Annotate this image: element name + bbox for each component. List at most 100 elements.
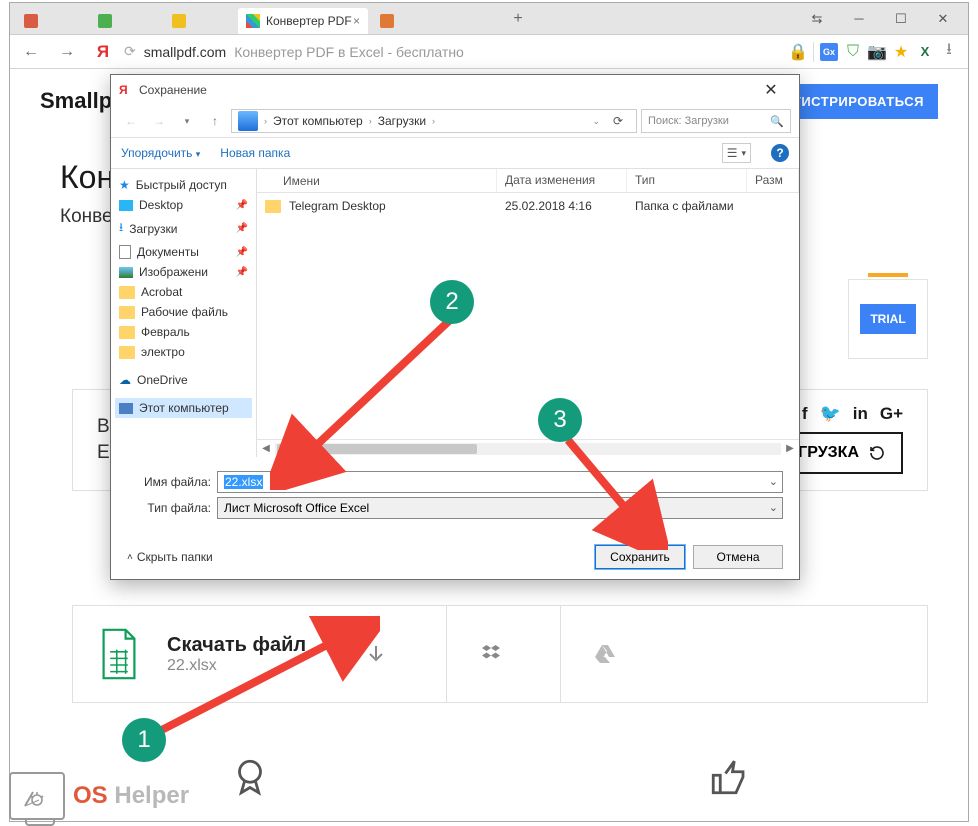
facebook-icon[interactable]: f <box>802 404 808 424</box>
filetype-value: Лист Microsoft Office Excel <box>224 501 369 515</box>
url-domain: smallpdf.com <box>144 44 226 60</box>
annotation-badge: 3 <box>538 398 582 442</box>
crumb-item[interactable]: Загрузки <box>378 114 426 128</box>
new-folder-button[interactable]: Новая папка <box>220 146 290 160</box>
register-button[interactable]: ГИСТРИРОВАТЬСЯ <box>779 84 938 119</box>
active-tab[interactable]: Конвертер PDF × <box>238 8 368 34</box>
shield-icon[interactable]: ⛉ <box>844 43 862 61</box>
chevron-right-icon: › <box>432 116 435 126</box>
trial-box: TRIAL <box>848 279 928 359</box>
download-icon: ⭳ <box>119 218 123 239</box>
annotation-arrow <box>270 310 470 490</box>
col-type[interactable]: Тип <box>627 169 747 192</box>
folder-icon <box>119 346 135 359</box>
nav-forward-button[interactable]: → <box>52 37 82 67</box>
col-date[interactable]: Дата изменения <box>497 169 627 192</box>
organize-menu[interactable]: Упорядочить ▾ <box>121 146 200 160</box>
annotation-badge: 1 <box>122 718 166 762</box>
linkedin-icon[interactable]: in <box>853 404 868 424</box>
crumb-item[interactable]: Этот компьютер <box>273 114 363 128</box>
chevron-down-icon[interactable]: ⌄ <box>769 501 778 514</box>
col-name[interactable]: Имени <box>257 169 497 192</box>
tree-folder[interactable]: Acrobat <box>115 282 252 302</box>
row-date: 25.02.2018 4:16 <box>497 197 627 215</box>
window-sync-icon[interactable]: ⇆ <box>796 5 838 33</box>
cancel-button[interactable]: Отмена <box>693 545 783 569</box>
list-row[interactable]: Telegram Desktop 25.02.2018 4:16 Папка с… <box>257 193 799 219</box>
chevron-down-icon[interactable]: ⌄ <box>769 475 778 488</box>
view-mode-button[interactable]: ☰ ▾ <box>722 143 751 163</box>
dialog-title: Сохранение <box>139 83 207 97</box>
tree-desktop[interactable]: Desktop📌 <box>115 195 252 215</box>
url-title: Конвертер PDF в Excel - бесплатно <box>234 44 464 60</box>
filetype-select[interactable]: Лист Microsoft Office Excel ⌄ <box>217 497 783 519</box>
chevron-right-icon: › <box>369 116 372 126</box>
camera-icon[interactable]: 📷 <box>868 43 886 61</box>
badge-icon[interactable] <box>229 756 271 798</box>
row-type: Папка с файлами <box>627 197 747 215</box>
dialog-close-button[interactable]: ✕ <box>751 80 791 100</box>
favorite-icon[interactable]: ★ <box>892 43 910 61</box>
folder-icon <box>265 200 281 213</box>
watermark: OS Helper <box>9 772 189 820</box>
window-close-button[interactable]: ✕ <box>922 5 964 33</box>
download-icon[interactable]: ⭳ <box>940 43 958 61</box>
favicon <box>380 14 394 28</box>
googledrive-action[interactable] <box>560 606 648 702</box>
thumbsup-icon[interactable] <box>708 756 750 798</box>
nav-back-button[interactable]: ← <box>119 109 143 133</box>
dropbox-action[interactable] <box>446 606 534 702</box>
social-icons: f 🐦 in G+ <box>802 404 903 424</box>
breadcrumb[interactable]: › Этот компьютер › Загрузки › ⌄ ⟳ <box>231 109 637 133</box>
reload-icon[interactable]: ⟳ <box>124 43 136 60</box>
tree-pictures[interactable]: Изображени📌 <box>115 262 252 282</box>
col-size[interactable]: Разм <box>747 169 799 192</box>
pin-icon: 📌 <box>236 247 248 258</box>
excel-icon[interactable]: X <box>916 43 934 61</box>
tree-onedrive[interactable]: ☁OneDrive <box>115 370 252 390</box>
trial-button[interactable]: TRIAL <box>860 304 915 334</box>
tree-downloads[interactable]: ⭳Загрузки📌 <box>115 215 252 242</box>
help-button[interactable]: ? <box>771 144 789 162</box>
annotation-arrow <box>548 430 668 550</box>
yandex-logo-icon[interactable]: Я <box>88 37 118 67</box>
window-minimize-button[interactable]: ─ <box>838 5 880 33</box>
search-input[interactable]: Поиск: Загрузки 🔍 <box>641 109 791 133</box>
monitor-icon <box>9 772 65 820</box>
folder-tree: ★Быстрый доступ Desktop📌 ⭳Загрузки📌 Доку… <box>111 169 257 457</box>
decoration-bar <box>868 273 908 277</box>
hide-folders-toggle[interactable]: ˄Скрыть папки <box>127 550 213 564</box>
favicon <box>98 14 112 28</box>
chevron-down-icon[interactable]: ⌄ <box>592 116 600 127</box>
tree-thispc[interactable]: Этот компьютер <box>115 398 252 418</box>
folder-icon <box>119 286 135 299</box>
lock-icon[interactable]: 🔒 <box>789 43 807 61</box>
scroll-right-icon[interactable]: ▶ <box>781 443 799 454</box>
nav-back-button[interactable]: ← <box>16 37 46 67</box>
tree-documents[interactable]: Документы📌 <box>115 242 252 262</box>
tree-folder[interactable]: Февраль <box>115 322 252 342</box>
url-field[interactable]: ⟳ smallpdf.com Конвертер PDF в Excel - б… <box>124 43 783 60</box>
inactive-tab[interactable] <box>90 8 160 34</box>
inactive-tab[interactable] <box>16 8 86 34</box>
translate-icon[interactable]: Gx <box>820 43 838 61</box>
folder-icon <box>119 306 135 319</box>
tab-close-icon[interactable]: × <box>353 14 360 28</box>
tree-folder[interactable]: электро <box>115 342 252 362</box>
dialog-titlebar[interactable]: Я Сохранение ✕ <box>111 75 799 105</box>
new-tab-button[interactable]: + <box>504 10 532 28</box>
documents-icon <box>119 245 131 259</box>
dialog-toolbar: Упорядочить ▾ Новая папка ☰ ▾ ? <box>111 137 799 169</box>
nav-history-dropdown[interactable]: ▾ <box>175 109 199 133</box>
googleplus-icon[interactable]: G+ <box>880 404 903 424</box>
nav-up-button[interactable]: ↑ <box>203 109 227 133</box>
nav-forward-button[interactable]: → <box>147 109 171 133</box>
twitter-icon[interactable]: 🐦 <box>820 404 841 424</box>
inactive-tab[interactable] <box>372 8 502 34</box>
window-maximize-button[interactable]: ☐ <box>880 5 922 33</box>
refresh-icon[interactable]: ⟳ <box>606 109 630 133</box>
tree-folder[interactable]: Рабочие файль <box>115 302 252 322</box>
tree-quickaccess[interactable]: ★Быстрый доступ <box>115 175 252 195</box>
inactive-tab[interactable] <box>164 8 234 34</box>
pin-icon: 📌 <box>236 267 248 278</box>
